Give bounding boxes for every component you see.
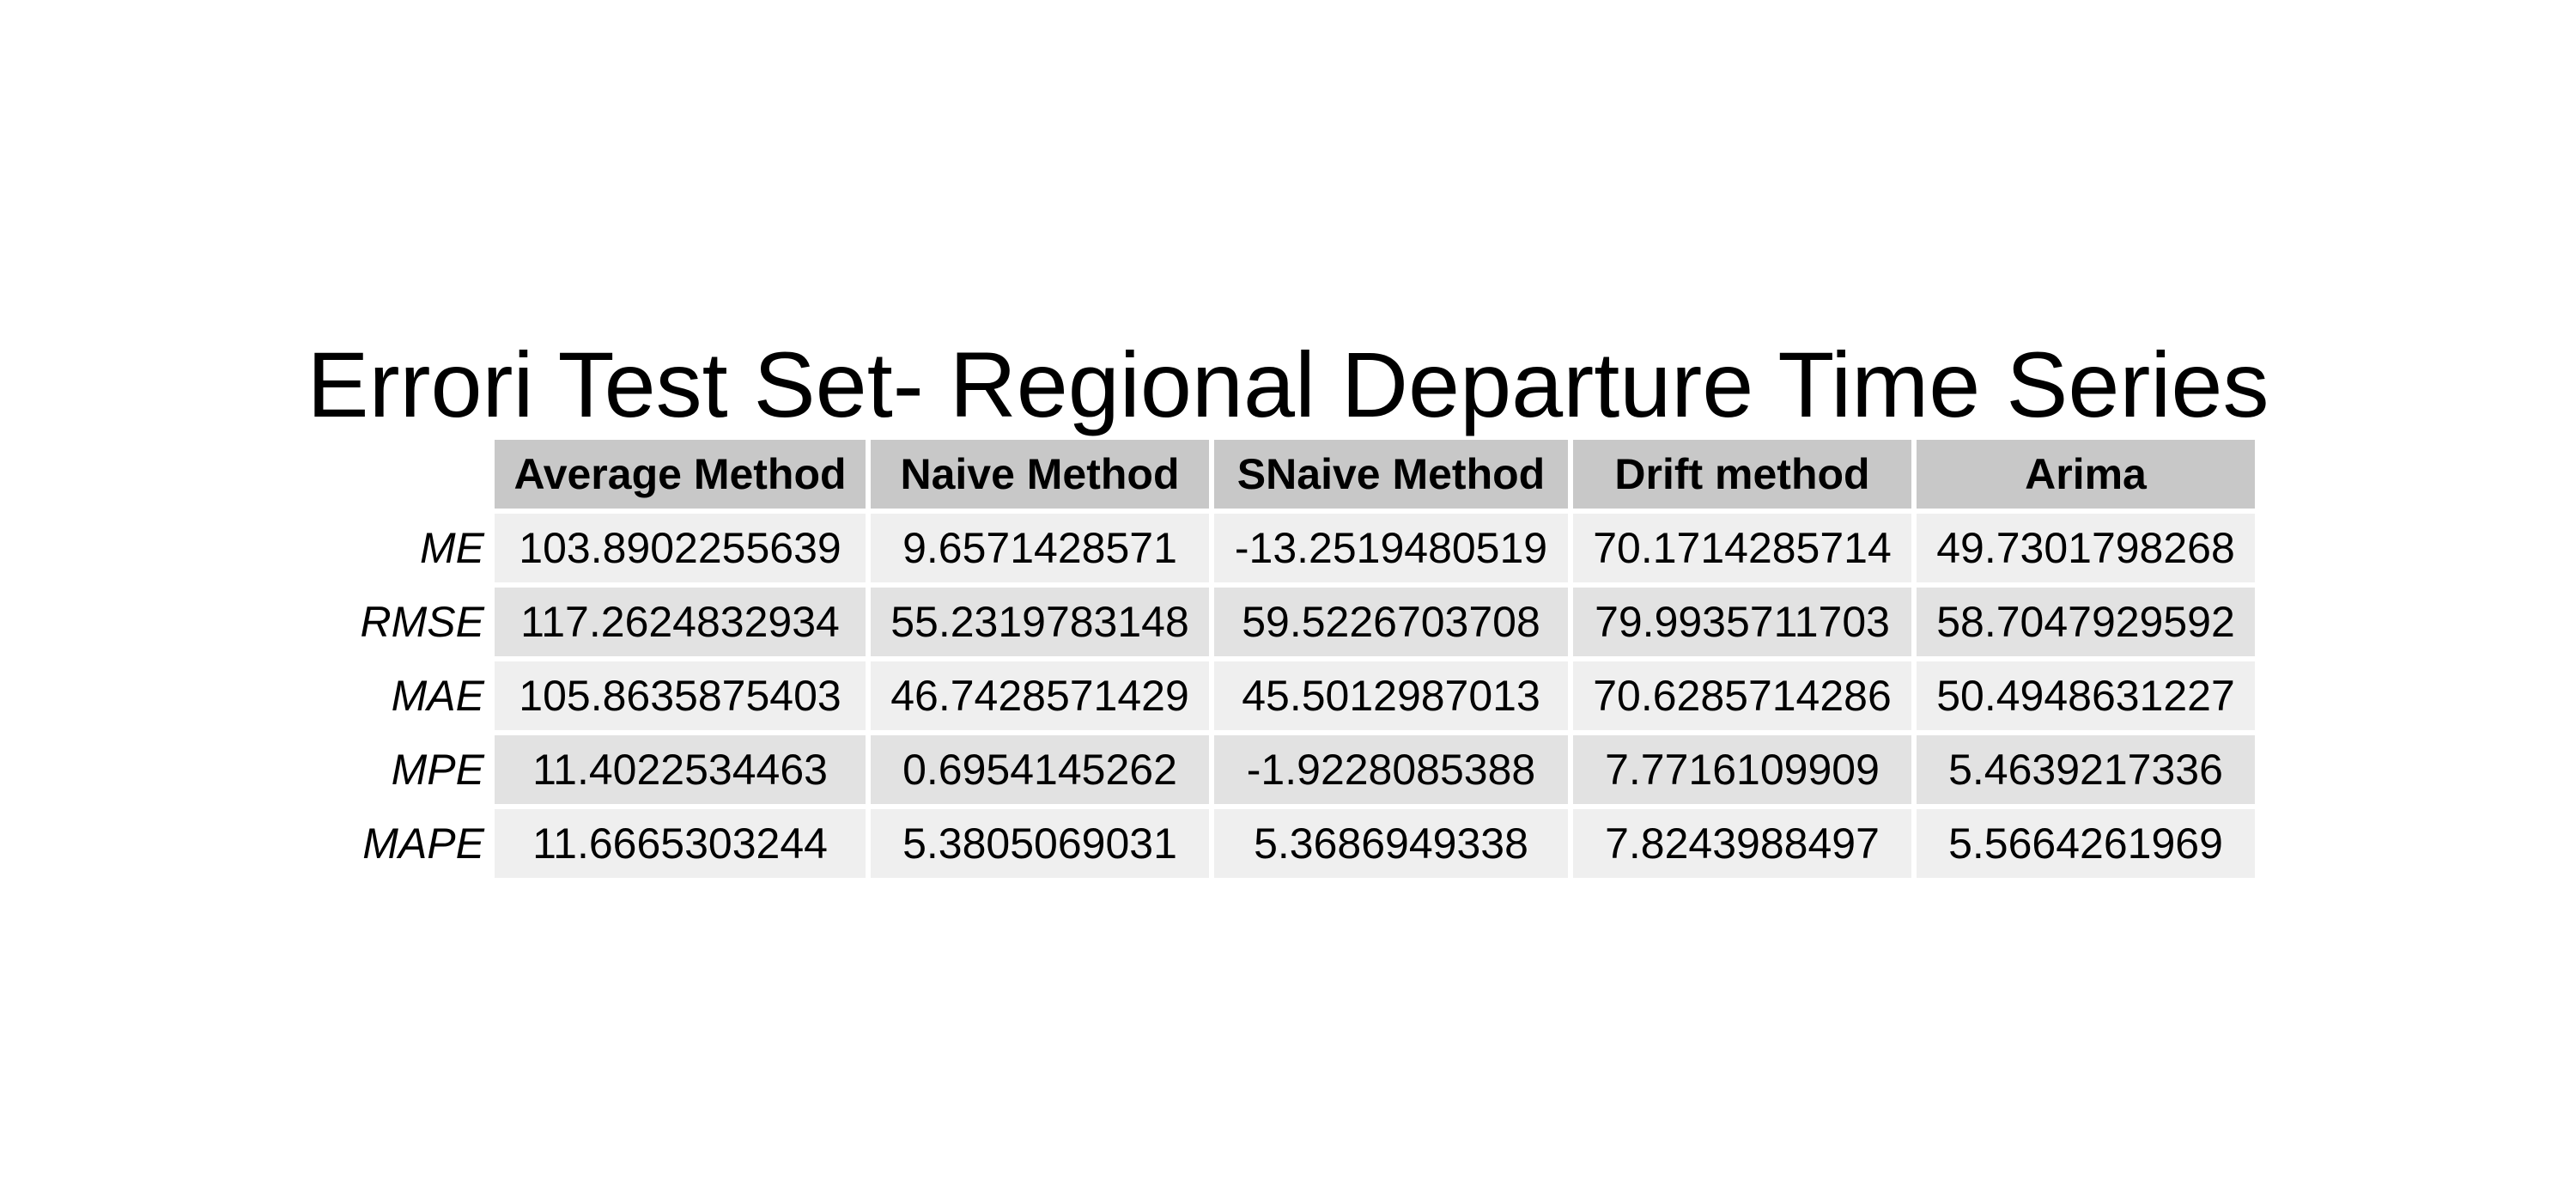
row-header: MAPE — [362, 819, 484, 868]
table-header-row: Average Method Naive Method SNaive Metho… — [343, 440, 2255, 509]
table-cell: 5.4639217336 — [1917, 735, 2255, 804]
table-cell: -13.2519480519 — [1214, 514, 1568, 582]
table-cell: 45.5012987013 — [1214, 661, 1568, 730]
table-row: ME 103.8902255639 9.6571428571 -13.25194… — [343, 514, 2255, 582]
table-cell: 11.6665303244 — [495, 809, 866, 878]
table-cell: 59.5226703708 — [1214, 588, 1568, 656]
table-row: MPE 11.4022534463 0.6954145262 -1.922808… — [343, 735, 2255, 804]
table-corner-cell — [343, 440, 489, 509]
table-cell: 79.9935711703 — [1573, 588, 1911, 656]
table-cell: 7.7716109909 — [1573, 735, 1911, 804]
table-cell: 46.7428571429 — [871, 661, 1209, 730]
table-cell: 0.6954145262 — [871, 735, 1209, 804]
table-cell: 70.1714285714 — [1573, 514, 1911, 582]
row-header: MAE — [391, 672, 484, 720]
table-row: RMSE 117.2624832934 55.2319783148 59.522… — [343, 588, 2255, 656]
table-cell: -1.9228085388 — [1214, 735, 1568, 804]
column-header: Average Method — [495, 440, 866, 509]
table-row: MAE 105.8635875403 46.7428571429 45.5012… — [343, 661, 2255, 730]
table-cell: 5.3686949338 — [1214, 809, 1568, 878]
chart-title: Errori Test Set- Regional Departure Time… — [307, 332, 2269, 436]
row-header: ME — [420, 524, 484, 572]
table-cell: 5.3805069031 — [871, 809, 1209, 878]
column-header: Arima — [1917, 440, 2255, 509]
row-header: RMSE — [360, 598, 484, 646]
column-header: Naive Method — [871, 440, 1209, 509]
column-header: SNaive Method — [1214, 440, 1568, 509]
table-cell: 7.8243988497 — [1573, 809, 1911, 878]
table-cell: 11.4022534463 — [495, 735, 866, 804]
table-cell: 9.6571428571 — [871, 514, 1209, 582]
table-cell: 58.7047929592 — [1917, 588, 2255, 656]
table-cell: 117.2624832934 — [495, 588, 866, 656]
table-cell: 5.5664261969 — [1917, 809, 2255, 878]
table-row: MAPE 11.6665303244 5.3805069031 5.368694… — [343, 809, 2255, 878]
table-cell: 105.8635875403 — [495, 661, 866, 730]
error-table-container: Average Method Naive Method SNaive Metho… — [343, 440, 2255, 878]
table-cell: 55.2319783148 — [871, 588, 1209, 656]
table-cell: 70.6285714286 — [1573, 661, 1911, 730]
table-cell: 49.7301798268 — [1917, 514, 2255, 582]
error-table: Average Method Naive Method SNaive Metho… — [338, 435, 2260, 883]
table-cell: 103.8902255639 — [495, 514, 866, 582]
table-cell: 50.4948631227 — [1917, 661, 2255, 730]
row-header: MPE — [391, 746, 484, 794]
column-header: Drift method — [1573, 440, 1911, 509]
